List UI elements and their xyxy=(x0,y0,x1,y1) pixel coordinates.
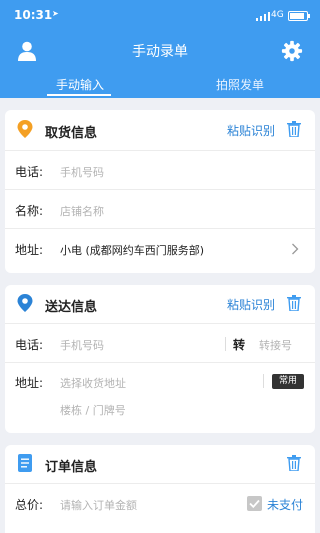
location-arrow-icon: ➤ xyxy=(52,9,59,18)
separator xyxy=(263,374,264,388)
pickup-address-label: 地址: xyxy=(15,243,44,257)
app-header: 10:31 ➤ 4G 手动录单 手动输入 拍照发单 xyxy=(0,0,320,98)
order-title: 订单信息 xyxy=(45,460,98,475)
extension-input[interactable]: 转接号 xyxy=(259,337,292,353)
trash-icon[interactable] xyxy=(287,121,301,137)
extension-label: 转 xyxy=(233,338,246,352)
page-title: 手动录单 xyxy=(132,44,188,60)
divider xyxy=(5,189,315,190)
order-card: 订单信息 总价: 请输入订单金额 未支付 xyxy=(5,445,315,533)
trash-icon[interactable] xyxy=(287,295,301,311)
delivery-card: 送达信息 粘贴识别 电话: 手机号码 转 转接号 地址: 选择收货地址 常用 楼… xyxy=(5,285,315,433)
signal-icon xyxy=(256,11,270,21)
location-pin-icon xyxy=(17,294,33,312)
status-bar: 10:31 ➤ 4G xyxy=(0,0,320,28)
active-tab-indicator xyxy=(47,94,111,96)
pickup-card: 取货信息 粘贴识别 电话: 手机号码 名称: 店铺名称 地址: 小电 (成都网约… xyxy=(5,110,315,273)
common-address-button[interactable]: 常用 xyxy=(272,374,304,389)
delivery-title: 送达信息 xyxy=(45,300,98,315)
gear-icon[interactable] xyxy=(281,40,303,62)
chevron-right-icon[interactable] xyxy=(291,243,299,255)
separator xyxy=(225,337,226,351)
tab-photo-order[interactable]: 拍照发单 xyxy=(160,76,320,93)
network-type: 4G xyxy=(271,10,284,20)
delivery-address-label: 地址: xyxy=(15,376,44,390)
document-icon xyxy=(18,454,32,472)
total-price-label: 总价: xyxy=(15,498,44,512)
delivery-phone-label: 电话: xyxy=(15,338,44,352)
delivery-address-input[interactable]: 选择收货地址 xyxy=(60,375,126,391)
pickup-name-input[interactable]: 店铺名称 xyxy=(60,203,104,219)
divider xyxy=(5,323,315,324)
delivery-paste-button[interactable]: 粘贴识别 xyxy=(227,296,275,313)
unpaid-label[interactable]: 未支付 xyxy=(267,496,303,513)
pickup-paste-button[interactable]: 粘贴识别 xyxy=(227,122,275,139)
tab-manual-input[interactable]: 手动输入 xyxy=(0,76,160,93)
pickup-phone-label: 电话: xyxy=(15,165,44,179)
floor-number-input[interactable]: 楼栋 / 门牌号 xyxy=(60,402,126,418)
trash-icon[interactable] xyxy=(287,455,301,471)
pickup-title: 取货信息 xyxy=(45,126,98,141)
total-price-input[interactable]: 请输入订单金额 xyxy=(60,497,137,513)
divider xyxy=(5,362,315,363)
pickup-name-label: 名称: xyxy=(15,204,44,218)
delivery-phone-input[interactable]: 手机号码 xyxy=(60,337,104,353)
checkbox-icon[interactable] xyxy=(247,496,262,511)
pickup-address-value[interactable]: 小电 (成都网约车西门服务部) xyxy=(60,242,204,258)
divider xyxy=(5,483,315,484)
pickup-phone-input[interactable]: 手机号码 xyxy=(60,164,104,180)
divider xyxy=(5,150,315,151)
status-time: 10:31 xyxy=(14,8,53,22)
battery-icon xyxy=(288,11,310,21)
divider xyxy=(5,228,315,229)
location-pin-icon xyxy=(17,120,33,138)
